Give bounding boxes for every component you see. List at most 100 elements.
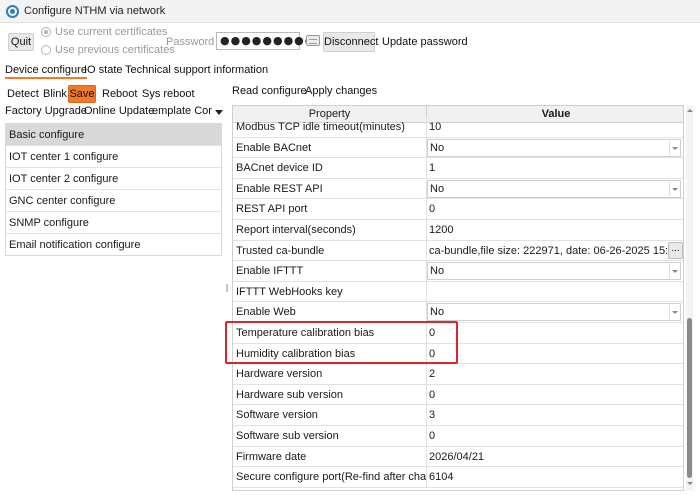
property-grid: Property Value Modbus TCP idle timeout(m… (232, 105, 684, 491)
detect-button[interactable]: Detect (6, 85, 39, 103)
blink-button[interactable]: Blink (42, 85, 67, 103)
property-cell: Enable BACnet (233, 137, 427, 158)
use-current-certificates-label: Use current certificates (55, 26, 168, 38)
save-button[interactable]: Save (68, 85, 96, 103)
reboot-button[interactable]: Reboot (101, 85, 137, 103)
property-cell: Hardware version (233, 364, 427, 384)
value-text: 3 (429, 409, 436, 422)
value-cell[interactable]: 6104 (427, 467, 683, 487)
property-cell: REST API port (233, 199, 427, 219)
use-previous-certificates-radio[interactable]: Use previous certificates (41, 44, 175, 56)
value-text: No (430, 182, 445, 195)
table-row[interactable]: Hardware version 2 (233, 364, 683, 385)
property-cell: Report interval(seconds) (233, 220, 427, 240)
property-cell: Enable REST API (233, 178, 427, 199)
chevron-down-icon[interactable] (669, 140, 679, 155)
scroll-down-icon[interactable] (686, 481, 693, 487)
config-section-list: Basic configure IOT center 1 configure I… (5, 123, 222, 256)
table-row[interactable]: Trusted ca-bundle ca-bundle,file size: 22… (233, 240, 683, 262)
password-input[interactable]: ●●●●●●●●● (216, 32, 314, 50)
table-row[interactable]: IFTTT WebHooks key (233, 281, 683, 303)
value-cell[interactable]: 0 (427, 199, 683, 219)
radio-dot-icon (41, 45, 51, 55)
value-cell[interactable]: ca-bundle,file size: 222971, date: 06-26… (427, 241, 683, 261)
table-row[interactable]: Firmware date 2026/04/21 (233, 446, 683, 468)
value-cell[interactable]: 1200 (427, 220, 683, 240)
left-item-email-notification-configure[interactable]: Email notification configure (6, 234, 221, 256)
value-cell[interactable]: 2 (427, 364, 683, 384)
table-row[interactable]: Hardware sub version 0 (233, 384, 683, 406)
value-cell[interactable]: 0 (427, 323, 683, 343)
property-cell: Enable Web (233, 302, 427, 322)
value-cell[interactable]: 10 (427, 117, 683, 137)
table-row[interactable]: Temperature calibration bias 0 (233, 323, 683, 344)
sys-reboot-button[interactable]: Sys reboot (141, 85, 195, 103)
table-row[interactable]: Secure configure port(Re-find after chan… (233, 467, 683, 488)
left-item-iot-center-1-configure[interactable]: IOT center 1 configure (6, 146, 221, 168)
value-cell[interactable]: 2026/04/21 (427, 447, 683, 467)
left-item-iot-center-2-configure[interactable]: IOT center 2 configure (6, 168, 221, 190)
left-item-basic-configure[interactable]: Basic configure (6, 124, 221, 146)
property-cell: Software version (233, 405, 427, 425)
tab-device-configure[interactable]: Device configure (5, 64, 87, 79)
value-text: No (430, 265, 445, 278)
disconnect-button[interactable]: Disconnect (323, 32, 378, 52)
property-cell: Secure configure port(Re-find after chan… (233, 467, 427, 487)
table-row[interactable]: Software version 3 (233, 405, 683, 426)
value-cell[interactable]: 3 (427, 405, 683, 425)
tab-io-state[interactable]: IO state (84, 64, 123, 76)
property-cell: Firmware date (233, 446, 427, 467)
value-dropdown[interactable]: No (427, 262, 681, 281)
value-text: 1 (429, 162, 436, 175)
value-text: 6104 (429, 471, 454, 484)
quit-button[interactable]: Quit (8, 33, 34, 51)
use-current-certificates-radio[interactable]: Use current certificates (41, 26, 167, 38)
table-row[interactable]: BACnet device ID 1 (233, 158, 683, 179)
chevron-down-icon[interactable] (669, 305, 679, 320)
panel-splitter[interactable] (226, 284, 228, 292)
table-row[interactable]: Enable IFTTT No (233, 261, 683, 282)
table-row[interactable]: Humidity calibration bias 0 (233, 343, 683, 365)
chevron-down-icon[interactable] (669, 181, 679, 196)
value-text: 0 (429, 388, 436, 401)
property-cell: Temperature calibration bias (233, 323, 427, 343)
property-cell: BACnet device ID (233, 158, 427, 178)
table-row[interactable]: Enable REST API No (233, 178, 683, 200)
value-cell[interactable]: 0 (427, 385, 683, 405)
value-cell[interactable] (427, 282, 683, 302)
template-configure-dropdown[interactable]: emplate Confi (151, 102, 213, 120)
value-cell[interactable]: 0 (427, 344, 683, 364)
chevron-down-icon[interactable] (215, 110, 223, 115)
table-row[interactable]: Modbus TCP idle timeout(minutes) 10 (233, 117, 683, 138)
property-cell: Modbus TCP idle timeout(minutes) (233, 117, 427, 137)
left-item-gnc-center-configure[interactable]: GNC center configure (6, 190, 221, 212)
table-row[interactable]: Report interval(seconds) 1200 (233, 220, 683, 241)
window-title: Configure NTHM via network (24, 5, 166, 17)
read-configure-button[interactable]: Read configure (231, 82, 307, 100)
tab-technical-support-information[interactable]: Technical support information (125, 64, 268, 76)
value-cell[interactable]: 1 (427, 158, 683, 178)
scroll-thumb[interactable] (687, 318, 692, 478)
value-cell[interactable]: 0 (427, 426, 683, 446)
value-text: 2026/04/21 (429, 450, 485, 463)
browse-file-button[interactable]: ... (668, 241, 683, 259)
update-password-button[interactable]: Update password (381, 33, 468, 51)
chevron-down-icon[interactable] (669, 264, 679, 279)
table-row[interactable]: Enable Web No (233, 302, 683, 323)
keyboard-icon[interactable] (306, 35, 320, 46)
online-update-button[interactable]: Online Update (83, 102, 154, 120)
property-cell: Humidity calibration bias (233, 343, 427, 364)
value-text: 0 (429, 327, 436, 339)
value-dropdown[interactable]: No (427, 179, 681, 198)
table-row[interactable]: REST API port 0 (233, 199, 683, 220)
table-row[interactable]: Enable BACnet No (233, 137, 683, 159)
value-dropdown[interactable]: No (427, 138, 681, 157)
title-bar: Configure NTHM via network (0, 0, 700, 23)
left-item-snmp-configure[interactable]: SNMP configure (6, 212, 221, 234)
grid-scrollbar[interactable] (686, 106, 693, 491)
value-dropdown[interactable]: No (427, 303, 681, 322)
factory-upgrade-button[interactable]: Factory Upgrade (4, 102, 87, 120)
scroll-up-icon[interactable] (686, 108, 693, 114)
table-row[interactable]: Software sub version 0 (233, 426, 683, 447)
apply-changes-button[interactable]: Apply changes (304, 82, 377, 100)
